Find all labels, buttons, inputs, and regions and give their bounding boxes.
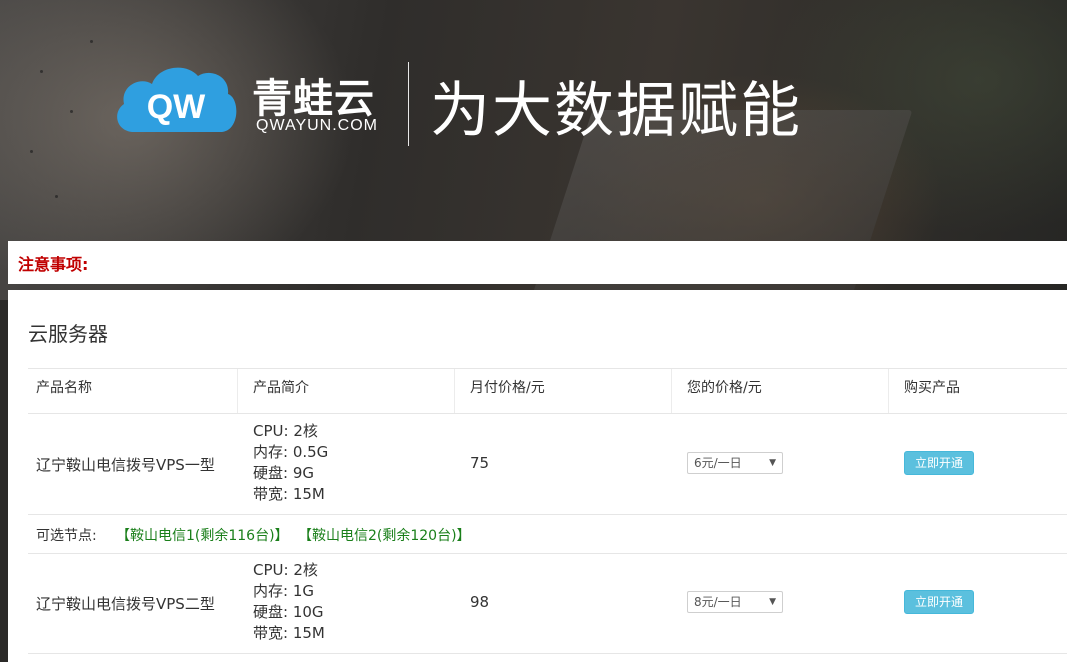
spec-memory: 内存: 1G [253, 582, 314, 600]
product-spec: CPU: 2核 内存: 1G 硬盘: 10G 带宽: 15M [253, 560, 325, 644]
spec-bandwidth: 带宽: 15M [253, 485, 325, 503]
background-dot [55, 195, 58, 198]
column-divider [888, 369, 889, 413]
chevron-down-icon: ▼ [769, 458, 776, 468]
buy-now-button[interactable]: 立即开通 [904, 451, 974, 475]
product-name: 辽宁鞍山电信拨号VPS一型 [36, 456, 215, 474]
brand-domain: QWAYUN.COM [256, 117, 378, 134]
header-monthly-price: 月付价格/元 [470, 380, 545, 396]
header-buy: 购买产品 [904, 380, 960, 396]
cloud-logo-icon: QW [117, 67, 237, 132]
table-header: 产品名称 产品简介 月付价格/元 您的价格/元 购买产品 [28, 368, 1067, 414]
buy-now-button[interactable]: 立即开通 [904, 590, 974, 614]
monthly-price: 75 [470, 454, 490, 472]
monthly-price: 98 [470, 593, 490, 611]
logo-text: QW [147, 88, 206, 126]
chevron-down-icon: ▼ [769, 597, 776, 607]
header-product-name: 产品名称 [36, 380, 92, 396]
column-divider [237, 369, 238, 413]
background-dot [90, 40, 93, 43]
product-name: 辽宁鞍山电信拨号VPS二型 [36, 595, 215, 613]
brand-name: 青蛙云 [252, 76, 375, 122]
select-value: 8元/一日 [694, 595, 742, 609]
select-value: 6元/一日 [694, 456, 742, 470]
background-dot [30, 150, 33, 153]
spec-memory: 内存: 0.5G [253, 443, 329, 461]
table-row: 辽宁鞍山电信拨号VPS一型 CPU: 2核 内存: 0.5G 硬盘: 9G 带宽… [28, 413, 1067, 515]
section-title: 云服务器 [28, 322, 108, 346]
price-period-select[interactable]: 6元/一日 ▼ [687, 452, 783, 474]
header-your-price: 您的价格/元 [687, 380, 762, 396]
column-divider [454, 369, 455, 413]
node-link-anshan-1[interactable]: 【鞍山电信1(剩余116台)】 [116, 525, 289, 545]
spec-cpu: CPU: 2核 [253, 561, 318, 579]
header-product-intro: 产品简介 [253, 380, 309, 396]
spec-disk: 硬盘: 10G [253, 603, 324, 621]
table-row: 辽宁鞍山电信拨号VPS二型 CPU: 2核 内存: 1G 硬盘: 10G 带宽:… [28, 554, 1067, 654]
notice-bar: 注意事项: [8, 241, 1067, 284]
spec-bandwidth: 带宽: 15M [253, 624, 325, 642]
background-dot [40, 70, 43, 73]
available-nodes-row: 可选节点: 【鞍山电信1(剩余116台)】 【鞍山电信2(剩余120台)】 [28, 515, 1067, 554]
background-dot [70, 110, 73, 113]
nodes-label: 可选节点: [36, 528, 97, 544]
product-spec: CPU: 2核 内存: 0.5G 硬盘: 9G 带宽: 15M [253, 421, 328, 505]
spec-disk: 硬盘: 9G [253, 464, 314, 482]
column-divider [671, 369, 672, 413]
slogan: 为大数据赋能 [430, 76, 802, 146]
node-link-anshan-2[interactable]: 【鞍山电信2(剩余120台)】 [298, 525, 471, 545]
spec-cpu: CPU: 2核 [253, 422, 318, 440]
notice-label: 注意事项: [18, 255, 89, 274]
price-period-select[interactable]: 8元/一日 ▼ [687, 591, 783, 613]
product-panel: 云服务器 产品名称 产品简介 月付价格/元 您的价格/元 购买产品 辽宁鞍山电信… [8, 290, 1067, 662]
brand-divider [408, 62, 409, 146]
